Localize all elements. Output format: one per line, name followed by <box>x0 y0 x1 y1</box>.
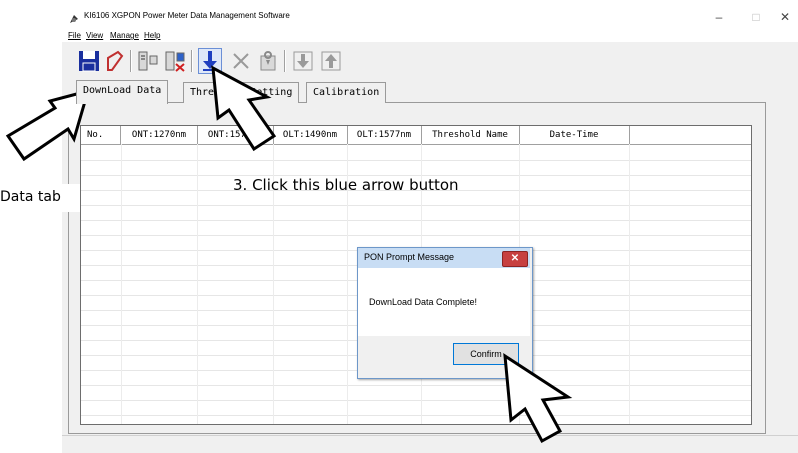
tab-download-data[interactable]: DownLoad Data <box>76 80 169 104</box>
cursor-pointer-icon <box>211 65 277 152</box>
cursor-pointer-icon <box>503 353 573 444</box>
pointer-annotations <box>5 65 573 444</box>
